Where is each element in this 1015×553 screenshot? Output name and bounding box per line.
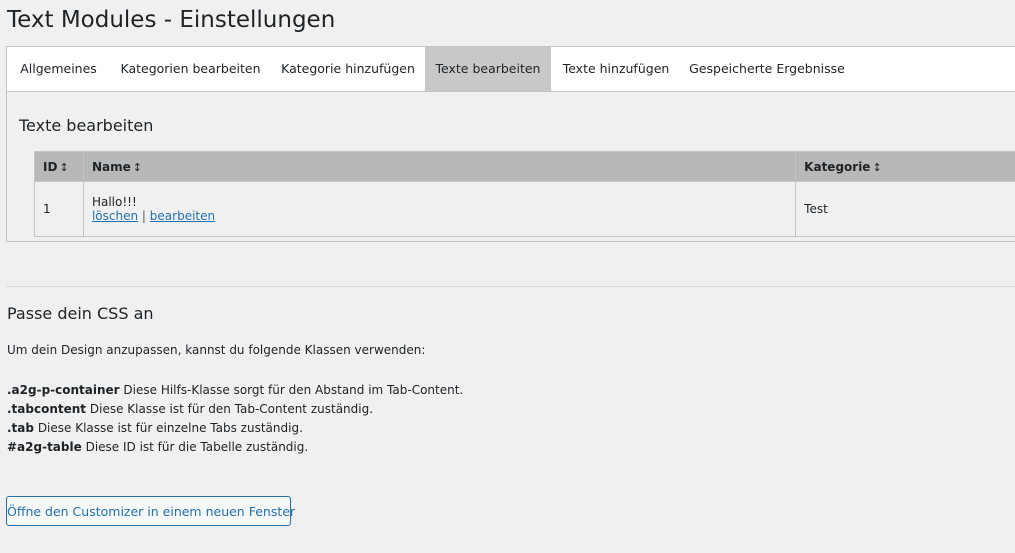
css-section-title: Passe dein CSS an: [7, 304, 154, 323]
cell-id: 1: [34, 181, 84, 237]
sort-icon: ↕: [872, 160, 881, 174]
row-name: Hallo!!!: [91, 195, 137, 209]
list-item: #a2g-table Diese ID ist für die Tabelle …: [7, 438, 463, 457]
class-description: Diese Klasse ist für einzelne Tabs zustä…: [37, 421, 303, 435]
table-header-row: ID ↕ Name ↕ Kategorie ↕: [34, 151, 1015, 182]
class-name: .a2g-p-container: [7, 383, 120, 397]
tab-texte-hinzufuegen[interactable]: Texte hinzufügen: [551, 47, 681, 91]
column-header-label: Name: [91, 159, 131, 174]
css-class-list: .a2g-p-container Diese Hilfs-Klasse sorg…: [7, 381, 463, 457]
section-title: Texte bearbeiten: [19, 116, 154, 135]
tab-gespeicherte-ergebnisse[interactable]: Gespeicherte Ergebnisse: [681, 47, 853, 91]
class-description: Diese Klasse ist für den Tab-Content zus…: [89, 402, 374, 416]
class-name: .tabcontent: [7, 402, 87, 416]
class-name: .tab: [7, 421, 34, 435]
column-header-id[interactable]: ID ↕: [34, 151, 84, 182]
sort-icon: ↕: [59, 160, 68, 174]
column-header-kategorie[interactable]: Kategorie ↕: [795, 151, 1015, 182]
column-header-name[interactable]: Name ↕: [82, 151, 797, 182]
list-item: .a2g-p-container Diese Hilfs-Klasse sorg…: [7, 381, 463, 400]
tab-kategorie-hinzufuegen[interactable]: Kategorie hinzufügen: [271, 47, 425, 91]
tab-kategorien-bearbeiten[interactable]: Kategorien bearbeiten: [110, 47, 271, 91]
list-item: .tabcontent Diese Klasse ist für den Tab…: [7, 400, 463, 419]
open-customizer-button[interactable]: Öffne den Customizer in einem neuen Fens…: [6, 496, 295, 526]
list-item: .tab Diese Klasse ist für einzelne Tabs …: [7, 419, 463, 438]
column-header-label: ID: [43, 159, 58, 174]
sort-icon: ↕: [132, 160, 142, 174]
class-description: Diese Hilfs-Klasse sorgt für den Abstand…: [123, 383, 464, 397]
tab-texte-bearbeiten[interactable]: Texte bearbeiten: [425, 47, 551, 91]
cell-kategorie: Test: [795, 181, 1015, 237]
delete-link[interactable]: löschen: [92, 209, 138, 223]
action-separator: |: [141, 209, 146, 223]
class-name: #a2g-table: [7, 440, 82, 454]
page-title: Text Modules - Einstellungen: [7, 7, 336, 33]
texts-table: ID ↕ Name ↕ Kategorie ↕ 1 Hallo!!! löschen …: [34, 151, 1015, 237]
class-description: Diese ID ist für die Tabelle zuständig.: [85, 440, 309, 454]
css-intro-text: Um dein Design anzupassen, kannst du fol…: [7, 343, 426, 357]
table-row: 1 Hallo!!! löschen | bearbeiten Test: [34, 181, 1015, 237]
edit-link[interactable]: bearbeiten: [150, 209, 215, 223]
section-divider: [6, 286, 1015, 287]
tab-bar: Allgemeines Kategorien bearbeiten Katego…: [7, 47, 1015, 92]
tab-allgemeines[interactable]: Allgemeines: [7, 47, 110, 91]
tab-panel: Allgemeines Kategorien bearbeiten Katego…: [6, 46, 1015, 242]
row-actions: löschen | bearbeiten: [92, 209, 787, 223]
cell-name: Hallo!!! löschen | bearbeiten: [82, 181, 797, 237]
column-header-label: Kategorie: [804, 159, 871, 174]
